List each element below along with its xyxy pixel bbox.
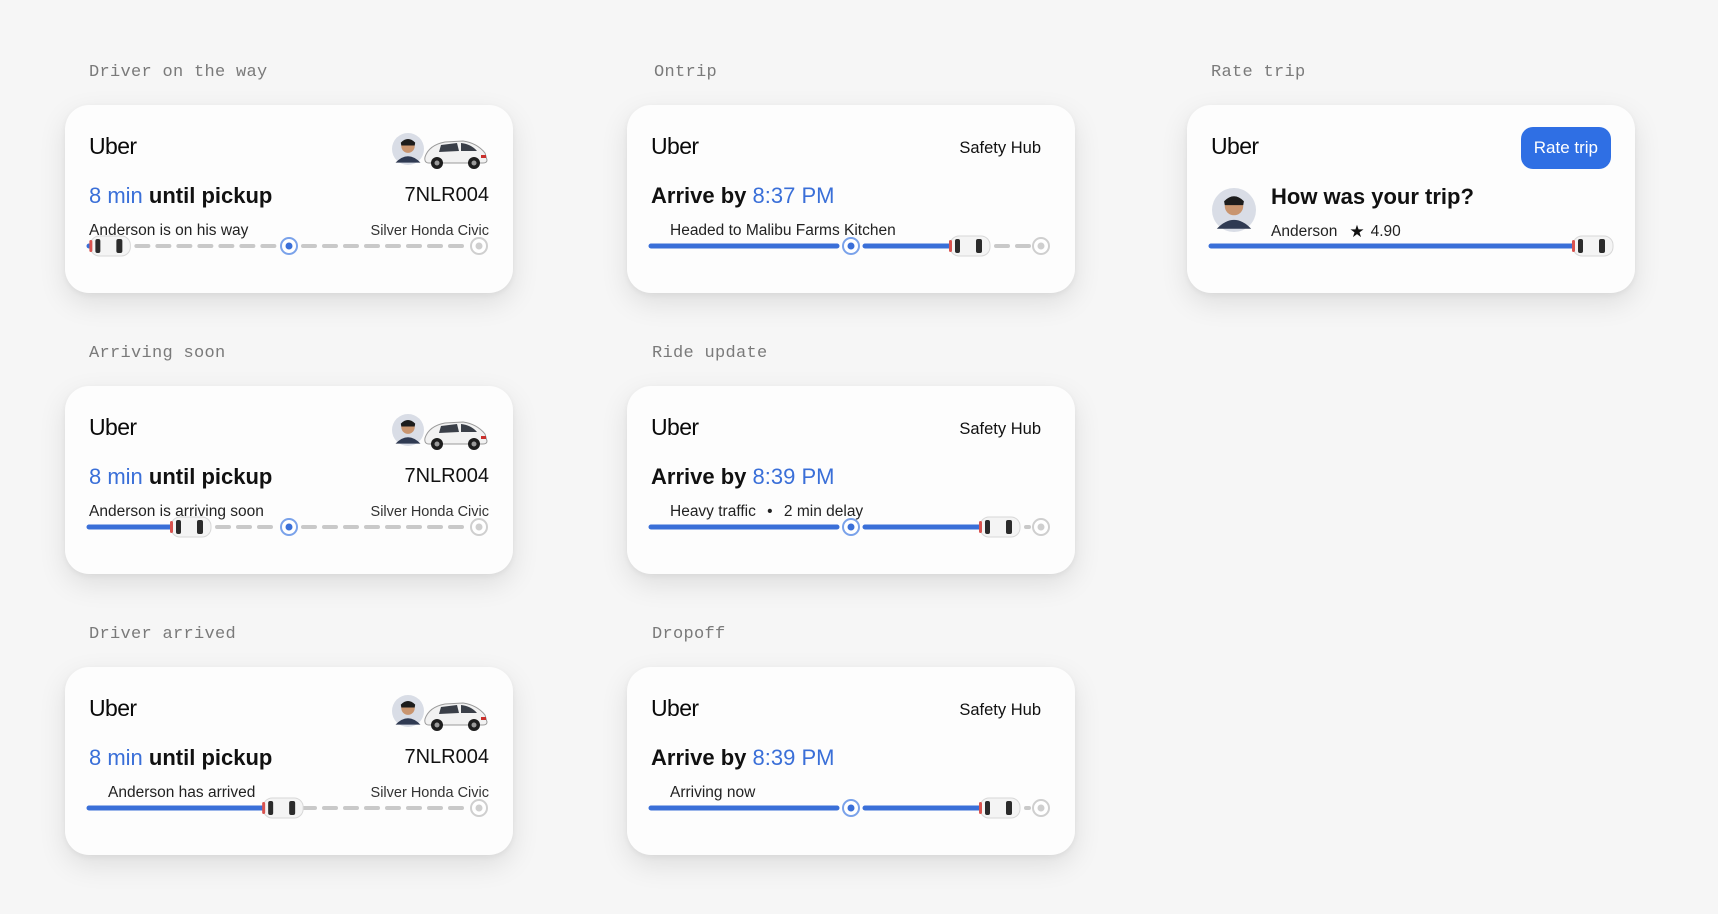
waypoint-dot-active [280,237,298,255]
car-icon [89,235,131,257]
waypoint-dot-end [1032,237,1050,255]
waypoint-dot-active [842,518,860,536]
trip-progress-track [86,235,488,257]
car-icon [979,516,1021,538]
trip-progress-track [648,797,1050,819]
section-label-ontrip: Ontrip [654,63,718,82]
section-label-arriving-soon: Arriving soon [89,344,226,363]
trip-progress-track [86,516,488,538]
card-rate-trip[interactable]: Uber Rate trip How was your trip? Anders… [1187,105,1635,293]
waypoint-dot-end [1032,518,1050,536]
trip-progress-track [86,797,488,819]
waypoint-dot-active [280,518,298,536]
card-ontrip[interactable]: Uber Safety Hub Arrive by 8:37 PM Headed… [627,105,1075,293]
car-icon [979,797,1021,819]
card-driver-on-way[interactable]: Uber 8 min until pickup Anderson is on h… [65,105,513,293]
card-driver-arrived[interactable]: Uber 8 min until pickup Anderson has arr… [65,667,513,855]
trip-progress-track [648,235,1050,257]
waypoint-dot-active [842,799,860,817]
waypoint-dot-end [470,799,488,817]
car-icon [170,516,212,538]
section-label-dropoff: Dropoff [652,625,726,644]
trip-progress-track [648,516,1050,538]
card-arriving-soon[interactable]: Uber 8 min until pickup Anderson is arri… [65,386,513,574]
section-label-ride-update: Ride update [652,344,768,363]
card-ride-update[interactable]: Uber Safety Hub Arrive by 8:39 PM Heavy … [627,386,1075,574]
card-dropoff[interactable]: Uber Safety Hub Arrive by 8:39 PM Arrivi… [627,667,1075,855]
section-label-driver-arrived: Driver arrived [89,625,237,644]
car-icon [262,797,304,819]
trip-progress-track [1208,235,1614,257]
waypoint-dot-end [470,518,488,536]
section-label-rate-trip: Rate trip [1211,63,1306,82]
waypoint-dot-end [1032,799,1050,817]
car-icon [949,235,991,257]
waypoint-dot-active [842,237,860,255]
waypoint-dot-end [470,237,488,255]
section-label-driver-on-way: Driver on the way [89,63,268,82]
car-icon [1572,235,1614,257]
